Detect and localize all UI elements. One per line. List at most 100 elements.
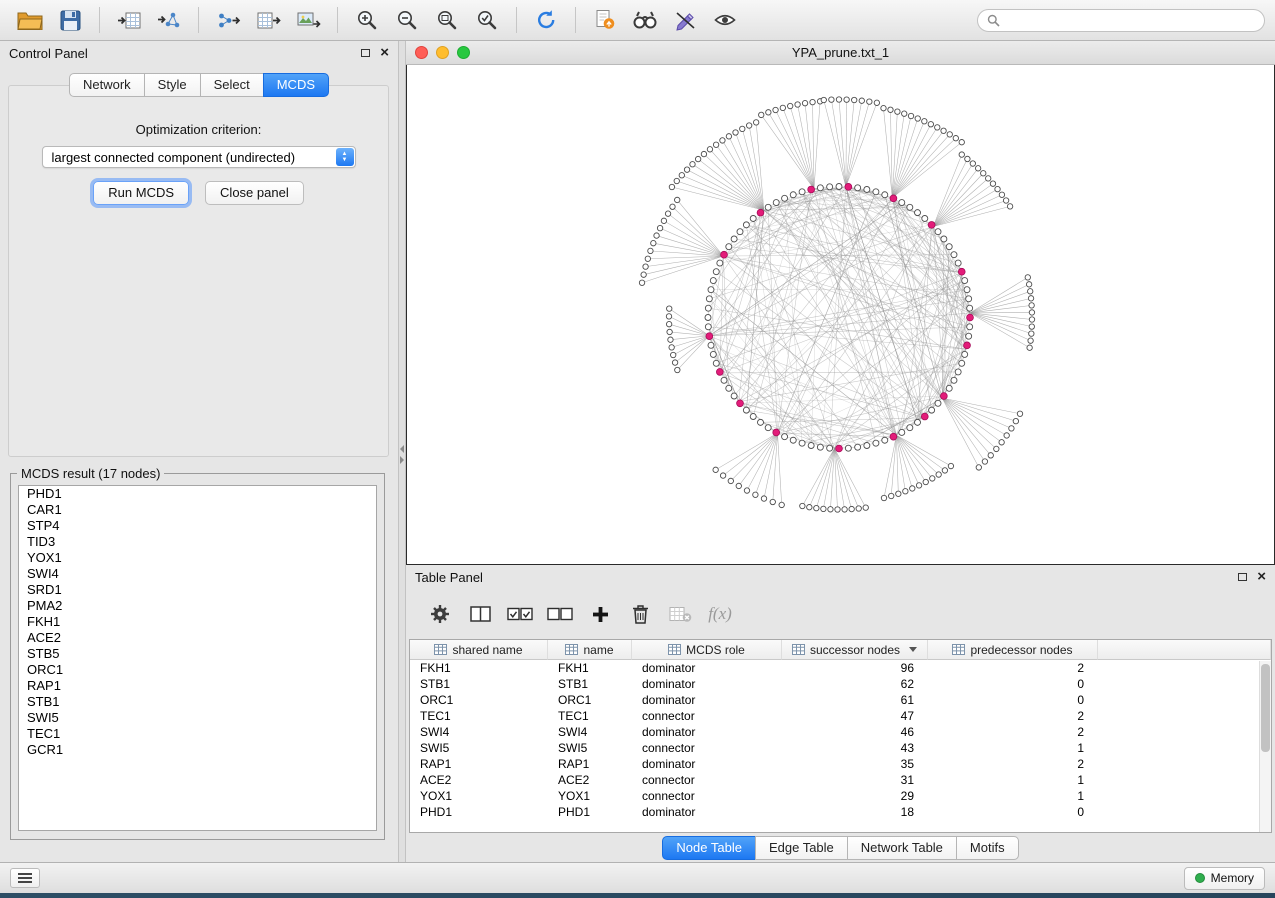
column-header-MCDS-role[interactable]: MCDS role (632, 640, 782, 660)
zoom-out-button[interactable] (387, 4, 427, 36)
collapse-right-icon[interactable] (400, 456, 404, 464)
column-header-name[interactable]: name (548, 640, 632, 660)
close-table-panel-icon[interactable]: × (1257, 572, 1266, 582)
clear-table-button[interactable] (660, 596, 700, 632)
tab-mcds[interactable]: MCDS (263, 73, 329, 97)
window-close-icon[interactable] (415, 46, 428, 59)
table-cell[interactable]: ORC1 (548, 692, 632, 708)
table-cell[interactable]: ACE2 (548, 772, 632, 788)
export-network-button[interactable] (208, 4, 248, 36)
table-cell[interactable]: STB1 (548, 676, 632, 692)
table-cell[interactable]: TEC1 (548, 708, 632, 724)
table-cell[interactable]: 35 (782, 756, 928, 772)
criterion-dropdown[interactable]: largest connected component (undirected)… (42, 146, 356, 168)
tab-motifs[interactable]: Motifs (956, 836, 1019, 860)
table-cell[interactable]: 1 (928, 788, 1098, 804)
table-cell[interactable]: 43 (782, 740, 928, 756)
mcds-result-item[interactable]: STB1 (19, 694, 376, 710)
table-scrollbar[interactable] (1259, 661, 1271, 832)
table-cell[interactable]: 1 (928, 740, 1098, 756)
show-hide-button[interactable] (705, 4, 745, 36)
float-panel-icon[interactable] (361, 49, 370, 57)
tab-network[interactable]: Network (69, 73, 145, 97)
save-button[interactable] (50, 4, 90, 36)
column-header-successor-nodes[interactable]: successor nodes (782, 640, 928, 660)
window-zoom-icon[interactable] (457, 46, 470, 59)
panel-splitter[interactable] (398, 41, 406, 862)
table-cell[interactable]: dominator (632, 660, 782, 676)
table-cell[interactable]: 46 (782, 724, 928, 740)
mcds-result-item[interactable]: SWI4 (19, 566, 376, 582)
column-header-shared-name[interactable]: shared name (410, 640, 548, 660)
table-cell[interactable]: RAP1 (410, 756, 548, 772)
network-canvas[interactable] (406, 65, 1275, 565)
mcds-result-list[interactable]: PHD1CAR1STP4TID3YOX1SWI4SRD1PMA2FKH1ACE2… (18, 485, 377, 831)
table-cell[interactable]: 2 (928, 724, 1098, 740)
table-row[interactable]: ACE2ACE2connector311 (410, 772, 1271, 788)
delete-column-button[interactable] (620, 596, 660, 632)
table-cell[interactable]: FKH1 (548, 660, 632, 676)
table-cell[interactable]: 47 (782, 708, 928, 724)
table-cell[interactable]: dominator (632, 692, 782, 708)
table-cell[interactable]: 29 (782, 788, 928, 804)
mcds-result-item[interactable]: YOX1 (19, 550, 376, 566)
table-row[interactable]: STB1STB1dominator620 (410, 676, 1271, 692)
export-table-button[interactable] (248, 4, 288, 36)
mcds-result-item[interactable]: FKH1 (19, 614, 376, 630)
table-cell[interactable]: 2 (928, 708, 1098, 724)
table-cell[interactable]: 2 (928, 660, 1098, 676)
open-file-button[interactable] (10, 4, 50, 36)
table-row[interactable]: PHD1PHD1dominator180 (410, 804, 1271, 820)
table-cell[interactable]: 62 (782, 676, 928, 692)
run-mcds-button[interactable]: Run MCDS (93, 181, 189, 205)
table-cell[interactable]: 18 (782, 804, 928, 820)
table-cell[interactable]: dominator (632, 724, 782, 740)
table-cell[interactable]: STB1 (410, 676, 548, 692)
tab-network-table[interactable]: Network Table (847, 836, 957, 860)
table-cell[interactable]: 0 (928, 804, 1098, 820)
table-row[interactable]: TEC1TEC1connector472 (410, 708, 1271, 724)
table-cell[interactable]: TEC1 (410, 708, 548, 724)
table-cell[interactable]: FKH1 (410, 660, 548, 676)
mcds-result-item[interactable]: PHD1 (19, 486, 376, 502)
share-document-button[interactable] (585, 4, 625, 36)
table-row[interactable]: ORC1ORC1dominator610 (410, 692, 1271, 708)
mcds-result-item[interactable]: CAR1 (19, 502, 376, 518)
graphics-details-button[interactable] (665, 4, 705, 36)
export-image-button[interactable] (288, 4, 328, 36)
column-header-predecessor-nodes[interactable]: predecessor nodes (928, 640, 1098, 660)
table-cell[interactable]: 96 (782, 660, 928, 676)
float-table-panel-icon[interactable] (1238, 573, 1247, 581)
table-cell[interactable]: YOX1 (410, 788, 548, 804)
table-cell[interactable]: SWI5 (548, 740, 632, 756)
tab-edge-table[interactable]: Edge Table (755, 836, 848, 860)
import-network-button[interactable] (149, 4, 189, 36)
zoom-in-button[interactable] (347, 4, 387, 36)
table-cell[interactable]: RAP1 (548, 756, 632, 772)
tab-style[interactable]: Style (144, 73, 201, 97)
function-builder-button[interactable]: f(x) (700, 596, 740, 632)
network-graph[interactable] (407, 65, 1274, 564)
table-cell[interactable]: YOX1 (548, 788, 632, 804)
table-cell[interactable]: 0 (928, 692, 1098, 708)
refresh-layout-button[interactable] (526, 4, 566, 36)
mcds-result-item[interactable]: SRD1 (19, 582, 376, 598)
table-cell[interactable]: dominator (632, 804, 782, 820)
add-column-button[interactable] (580, 596, 620, 632)
mcds-result-item[interactable]: STB5 (19, 646, 376, 662)
close-panel-icon[interactable]: × (380, 48, 389, 58)
table-scrollbar-thumb[interactable] (1261, 664, 1270, 752)
zoom-fit-button[interactable] (427, 4, 467, 36)
table-cell[interactable]: connector (632, 772, 782, 788)
table-cell[interactable]: connector (632, 788, 782, 804)
table-row[interactable]: YOX1YOX1connector291 (410, 788, 1271, 804)
table-cell[interactable]: connector (632, 708, 782, 724)
import-table-button[interactable] (109, 4, 149, 36)
table-cell[interactable]: ACE2 (410, 772, 548, 788)
mcds-result-item[interactable]: ORC1 (19, 662, 376, 678)
mcds-result-item[interactable]: STP4 (19, 518, 376, 534)
settings-gear-button[interactable] (420, 596, 460, 632)
table-row[interactable]: RAP1RAP1dominator352 (410, 756, 1271, 772)
table-row[interactable]: SWI5SWI5connector431 (410, 740, 1271, 756)
mcds-result-item[interactable]: SWI5 (19, 710, 376, 726)
